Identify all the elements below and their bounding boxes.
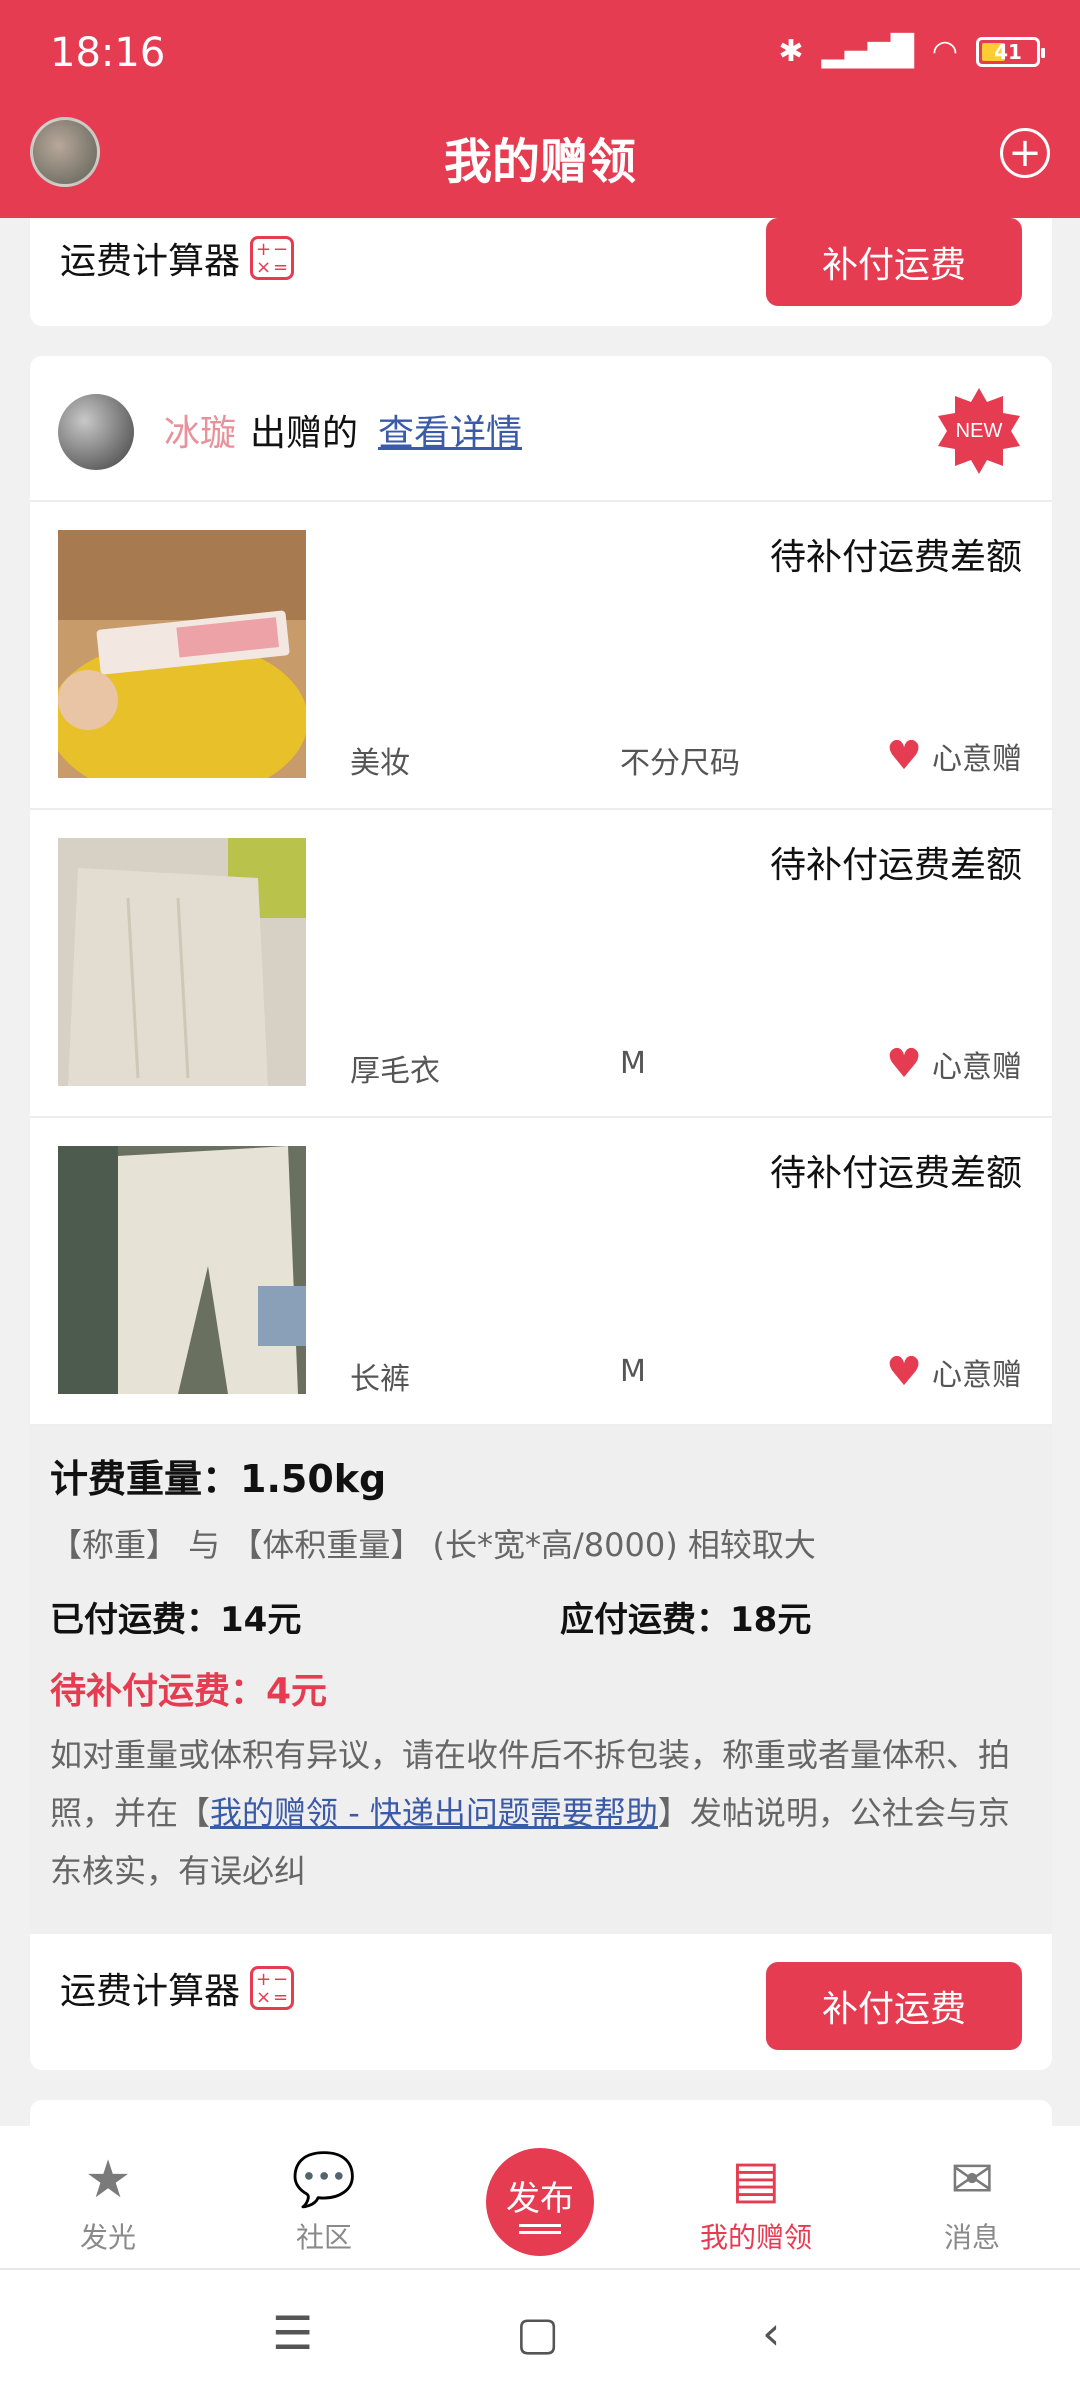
donor-name[interactable]: 冰璇 (164, 404, 236, 456)
item-status: 待补付运费差额 (769, 537, 1022, 578)
nav-item-glow[interactable]: ★ 发光 (28, 2152, 188, 2256)
donor-label: 出赠的 (250, 413, 359, 454)
item-category: 长裤 (350, 1362, 410, 1397)
back-icon[interactable]: ‹ (762, 2306, 780, 2360)
nav-label: 我的赠领 (699, 2221, 812, 2254)
card-footer: 运费计算器 + − × = 补付运费 (30, 1934, 1052, 2070)
pay-shipping-button[interactable]: 补付运费 (766, 218, 1022, 306)
item-size: 不分尺码 (620, 746, 740, 781)
wifi-icon: ◠ (931, 34, 958, 69)
item-category: 美妆 (350, 746, 410, 781)
previous-card-footer: 运费计算器 + − × = 补付运费 (30, 218, 1052, 326)
item-tag-label: 心意赠 (932, 742, 1022, 777)
calculator-label: 运费计算器 (60, 1971, 241, 2012)
donor-avatar[interactable] (58, 394, 134, 470)
nav-label: 消息 (943, 2221, 1000, 2254)
publish-label: 发布 (506, 2178, 574, 2219)
list-item[interactable]: 待补付运费差额 长裤 M ♥ 心意赠 (30, 1118, 1052, 1426)
item-tag: ♥ 心意赠 (886, 734, 1022, 778)
new-badge: NEW (938, 388, 1020, 474)
billing-rule: 【称重】 与 【体积重量】 (长*宽*高/8000) 相较取大 (50, 1526, 816, 1564)
plus-icon: + (1008, 130, 1042, 176)
shipping-calculator[interactable]: 运费计算器 + − × = (60, 1962, 295, 2014)
nav-item-my-donations[interactable]: ▤ 我的赠领 (676, 2152, 836, 2256)
nav-label: 社区 (295, 2221, 352, 2254)
pending-shipping: 待补付运费：4元 (50, 1671, 328, 1712)
signal-icon: ▂▄▆█ (821, 34, 914, 69)
list-item[interactable]: 待补付运费差额 厚毛衣 M ♥ 心意赠 (30, 810, 1052, 1118)
pay-shipping-button[interactable]: 补付运费 (766, 1962, 1022, 2050)
star-icon: ★ (84, 2150, 132, 2210)
paid-shipping: 已付运费：14元 (50, 1600, 302, 1640)
status-icons: ✱ ▂▄▆█ ◠ 41 (778, 34, 1045, 69)
publish-bar (519, 2223, 561, 2227)
heart-icon: ♥ (886, 733, 922, 779)
item-status: 待补付运费差额 (769, 845, 1022, 886)
card-header: 冰璇 出赠的 查看详情 NEW (30, 356, 1052, 502)
add-button[interactable]: + (1000, 128, 1050, 178)
calculator-icon: + − × = (250, 1966, 295, 2010)
bottom-nav: ★ 发光 💬 社区 发布 ▤ 我的赠领 ✉ 消息 (0, 2126, 1080, 2270)
nav-item-messages[interactable]: ✉ 消息 (892, 2152, 1052, 2256)
list-item[interactable]: 待补付运费差额 美妆 不分尺码 ♥ 心意赠 (30, 502, 1052, 810)
item-tag: ♥ 心意赠 (886, 1042, 1022, 1086)
top-bar: 18:16 ✱ ▂▄▆█ ◠ 41 我的赠领 + (0, 0, 1080, 218)
shipping-calculator[interactable]: 运费计算器 + − × = (60, 232, 295, 284)
menu-icon[interactable]: ☰ (272, 2306, 313, 2360)
item-photo[interactable] (58, 530, 306, 778)
help-post-link[interactable]: 我的赠领 - 快递出问题需要帮助 (210, 1794, 658, 1832)
heart-icon: ♥ (886, 1349, 922, 1395)
dispute-note: 如对重量或体积有异议，请在收件后不拆包装，称重或者量体积、拍照，并在【我的赠领 … (50, 1726, 1040, 1900)
wallet-icon: ▤ (731, 2150, 781, 2210)
publish-button[interactable]: 发布 (486, 2148, 594, 2256)
billing-info: 计费重量：1.50kg 【称重】 与 【体积重量】 (长*宽*高/8000) 相… (30, 1426, 1052, 1934)
billing-weight: 计费重量：1.50kg (50, 1457, 387, 1501)
mail-icon: ✉ (950, 2150, 994, 2210)
view-details-link[interactable]: 查看详情 (378, 404, 522, 456)
item-size: M (620, 1046, 646, 1081)
calculator-label: 运费计算器 (60, 241, 241, 282)
nav-label: 发光 (79, 2221, 136, 2254)
item-photo[interactable] (58, 838, 306, 1086)
item-tag-label: 心意赠 (932, 1358, 1022, 1393)
item-photo[interactable] (58, 1146, 306, 1394)
item-size: M (620, 1354, 646, 1389)
donation-card: 冰璇 出赠的 查看详情 NEW 待补付运费差额 美妆 不分尺码 ♥ 心意赠 待补… (30, 356, 1052, 2070)
due-shipping: 应付运费：18元 (560, 1600, 812, 1640)
new-badge-text: NEW (956, 420, 1003, 442)
item-tag-label: 心意赠 (932, 1050, 1022, 1085)
bluetooth-icon: ✱ (778, 34, 804, 69)
item-category: 厚毛衣 (350, 1054, 440, 1089)
battery-icon: 41 (976, 36, 1045, 67)
heart-icon: ♥ (886, 1041, 922, 1087)
home-icon[interactable]: ▢ (516, 2306, 559, 2360)
calculator-icon: + − × = (250, 236, 295, 280)
system-nav-bar: ☰ ▢ ‹ (0, 2270, 1080, 2400)
page-title: 我的赠领 (443, 134, 636, 190)
nav-item-community[interactable]: 💬 社区 (244, 2152, 404, 2256)
item-status: 待补付运费差额 (769, 1153, 1022, 1194)
chat-bubble-icon: 💬 (291, 2150, 357, 2210)
publish-bar (519, 2230, 561, 2234)
status-time: 18:16 (50, 30, 166, 76)
battery-level: 41 (994, 39, 1022, 64)
item-tag: ♥ 心意赠 (886, 1350, 1022, 1394)
